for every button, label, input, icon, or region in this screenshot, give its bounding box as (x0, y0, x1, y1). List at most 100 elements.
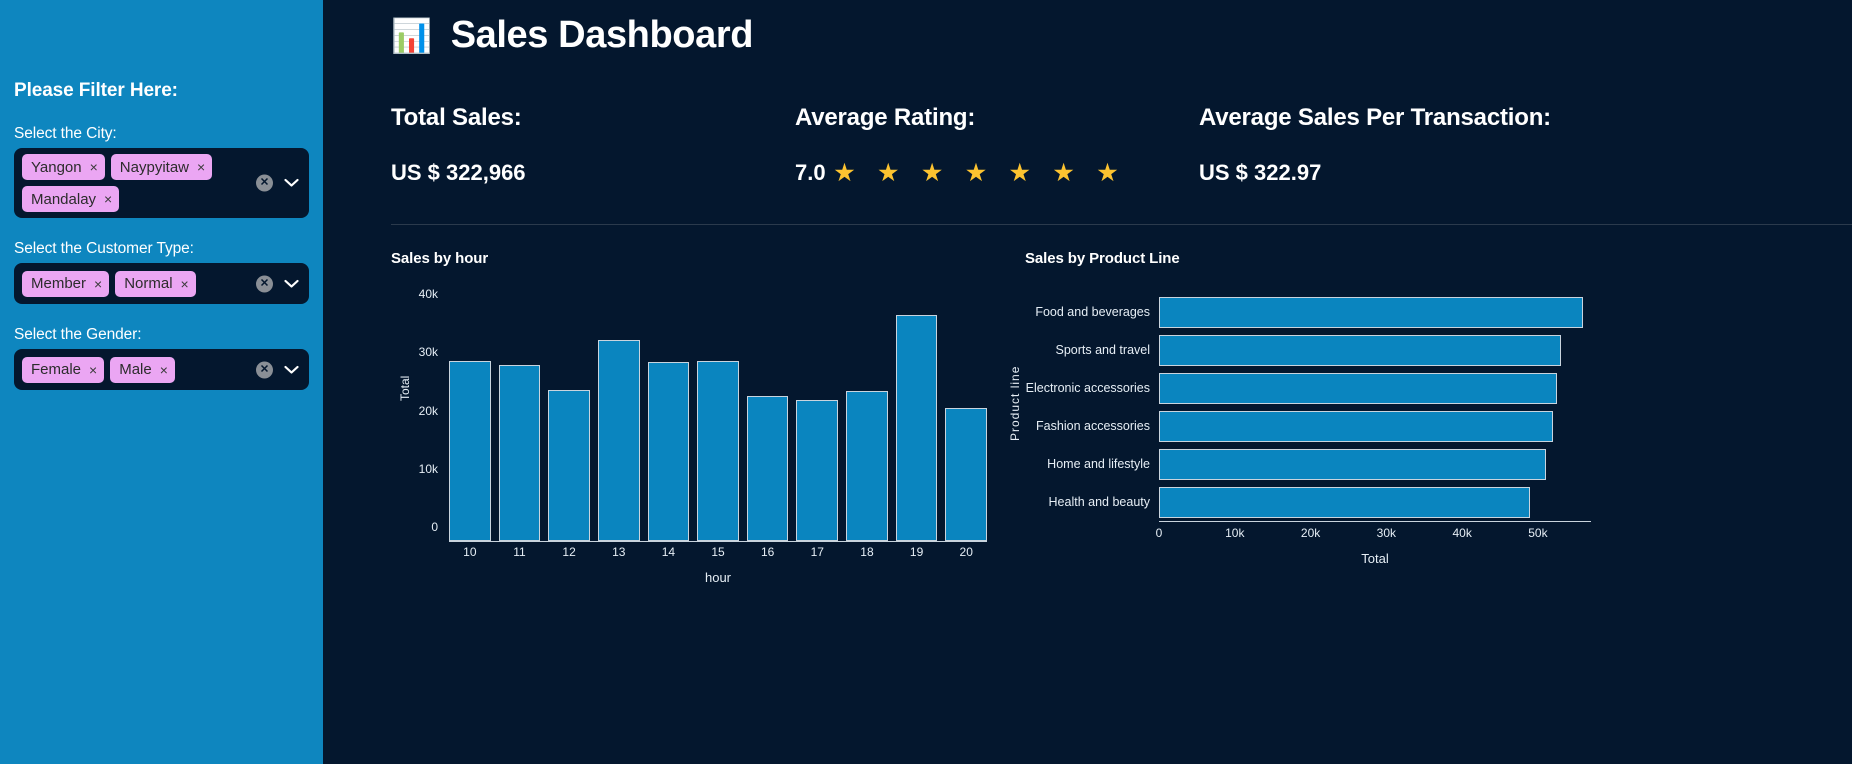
main-content: 📊 Sales Dashboard Total Sales: US $ 322,9… (323, 0, 1852, 764)
product-line-xtick: 20k (1300, 526, 1321, 540)
charts-row: Sales by hour Total 0 10k 20k 30k 40k 10 11 12… (391, 250, 1852, 618)
sales-by-hour-bars: 0 10k 20k 30k 40k (419, 285, 988, 541)
product-line-label: Food and beverages (1035, 305, 1150, 319)
star-rating-icons: ★ ★ ★ ★ ★ ★ ★ (834, 160, 1127, 185)
product-line-bar[interactable] (1159, 296, 1584, 328)
multiselect-customer-type[interactable]: Member × Normal × ✕ (14, 263, 309, 304)
product-line-row: Home and lifestyle (1025, 445, 1591, 483)
multiselect-tools-gender: ✕ (256, 361, 299, 378)
sales-by-hour-bar[interactable] (647, 361, 690, 541)
product-line-bar[interactable] (1159, 372, 1557, 404)
kpi-value-wrap: 7.0 ★ ★ ★ ★ ★ ★ ★ (795, 160, 1199, 186)
product-line-xtick: 0 (1155, 526, 1163, 540)
sales-by-hour-xtick: 14 (661, 545, 676, 559)
sales-by-hour-bar[interactable] (846, 390, 888, 541)
pill-city[interactable]: Mandalay × (22, 186, 120, 212)
product-line-xtick: 40k (1452, 526, 1472, 540)
kpi-card-0: Total Sales: US $ 322,966 (391, 104, 795, 186)
product-line-track (1159, 410, 1591, 442)
sales-by-hour-bar-slot (945, 285, 988, 541)
product-line-label: Home and lifestyle (1047, 457, 1150, 471)
sales-by-hour-xtick: 12 (562, 545, 576, 559)
chevron-down-icon[interactable] (284, 276, 299, 291)
product-line-row: Fashion accessories (1025, 407, 1591, 445)
product-line-label: Sports and travel (1055, 343, 1151, 357)
chevron-down-icon[interactable] (284, 176, 299, 191)
selected-pills-gender: Female × Male × (22, 356, 270, 383)
pill-customer-type[interactable]: Normal × (115, 270, 196, 297)
sales-by-hour-ytick: 40k (418, 287, 438, 302)
kpi-value: US $ 322,966 (391, 160, 526, 185)
sales-by-hour-chart: Sales by hour Total 0 10k 20k 30k 40k 10 11 12… (391, 250, 991, 618)
sales-by-hour-bar[interactable] (548, 389, 590, 541)
sales-by-hour-bar-slot (895, 285, 938, 541)
clear-all-icon[interactable]: ✕ (256, 275, 273, 292)
sales-by-hour-xaxis (449, 541, 987, 542)
filter-label-customer-type: Select the Customer Type: (14, 240, 194, 257)
sales-by-hour-bar[interactable] (746, 395, 789, 541)
pill-remove-icon[interactable]: × (90, 160, 98, 174)
pill-label: Naypyitaw (119, 158, 189, 176)
sales-by-product-line-xaxis (1159, 521, 1591, 522)
sales-by-hour-bar-slot (697, 285, 739, 541)
pill-city[interactable]: Naypyitaw × (110, 154, 213, 180)
pill-remove-icon[interactable]: × (160, 363, 168, 377)
sales-by-hour-bar[interactable] (597, 340, 640, 541)
sales-by-hour-bar[interactable] (449, 360, 491, 541)
product-line-row: Sports and travel (1025, 331, 1591, 369)
kpi-card-1: Average Rating: 7.0 ★ ★ ★ ★ ★ ★ ★ (795, 104, 1199, 186)
sales-by-hour-xtick: 17 (810, 545, 824, 559)
kpi-label: Average Sales Per Transaction: (1199, 104, 1551, 131)
sales-by-hour-xtick: 18 (860, 545, 874, 559)
sales-by-hour-bar[interactable] (945, 408, 988, 541)
kpi-row: Total Sales: US $ 322,966 Average Rating: 7… (391, 104, 1852, 186)
pill-remove-icon[interactable]: × (94, 277, 102, 291)
pill-remove-icon[interactable]: × (197, 160, 205, 174)
pill-label: Normal (124, 275, 173, 292)
product-line-track (1159, 296, 1591, 328)
sales-by-hour-ytick: 10k (418, 461, 438, 476)
pill-label: Mandalay (31, 190, 97, 208)
sales-by-product-line-chart: Sales by Product Line Product line Food … (991, 250, 1591, 618)
product-line-bar[interactable] (1159, 448, 1546, 480)
pill-remove-icon[interactable]: × (89, 363, 97, 377)
product-line-bar[interactable] (1159, 410, 1554, 442)
sales-by-hour-bar-slot (449, 285, 491, 541)
clear-all-icon[interactable]: ✕ (256, 174, 273, 192)
pill-label: Male (119, 361, 152, 378)
sales-by-hour-bar-slot (498, 285, 541, 541)
kpi-label: Total Sales: (391, 104, 522, 131)
sales-by-hour-bar-slot (746, 285, 789, 541)
product-line-bar[interactable] (1159, 486, 1531, 518)
product-line-bar[interactable] (1159, 334, 1561, 366)
pill-gender[interactable]: Female × (22, 356, 105, 383)
sales-by-hour-bar-slot (796, 285, 839, 541)
kpi-value: 7.0 (795, 160, 826, 185)
clear-all-icon[interactable]: ✕ (256, 361, 273, 378)
sales-by-hour-xlabel: hour (704, 570, 732, 585)
selected-pills-customer-type: Member × Normal × (22, 270, 270, 297)
multiselect-tools-city: ✕ (256, 174, 299, 192)
sales-by-hour-bar[interactable] (796, 399, 839, 541)
multiselect-gender[interactable]: Female × Male × ✕ (14, 349, 309, 390)
multiselect-city[interactable]: Yangon × Naypyitaw × Mandalay × ✕ (14, 148, 309, 218)
pill-customer-type[interactable]: Member × (22, 270, 110, 297)
product-line-label: Electronic accessories (1025, 381, 1150, 395)
pill-gender[interactable]: Male × (110, 356, 175, 383)
page-title-text: Sales Dashboard (450, 14, 754, 56)
sales-by-hour-xtick: 13 (612, 545, 626, 559)
product-line-label: Fashion accessories (1036, 419, 1150, 433)
page-title: 📊 Sales Dashboard (391, 14, 1852, 57)
bar-chart-emoji: 📊 (391, 17, 432, 54)
pill-label: Female (31, 361, 82, 378)
sales-by-hour-bar[interactable] (895, 315, 938, 541)
sales-by-hour-xtick: 20 (959, 545, 973, 559)
chevron-down-icon[interactable] (284, 362, 299, 377)
sales-by-hour-bar[interactable] (498, 364, 541, 541)
multiselect-tools-customer-type: ✕ (256, 275, 299, 292)
pill-remove-icon[interactable]: × (181, 277, 189, 291)
sales-by-hour-bar[interactable] (697, 360, 739, 541)
pill-city[interactable]: Yangon × (22, 154, 105, 180)
filter-label-city: Select the City: (14, 125, 117, 142)
pill-remove-icon[interactable]: × (104, 192, 112, 206)
